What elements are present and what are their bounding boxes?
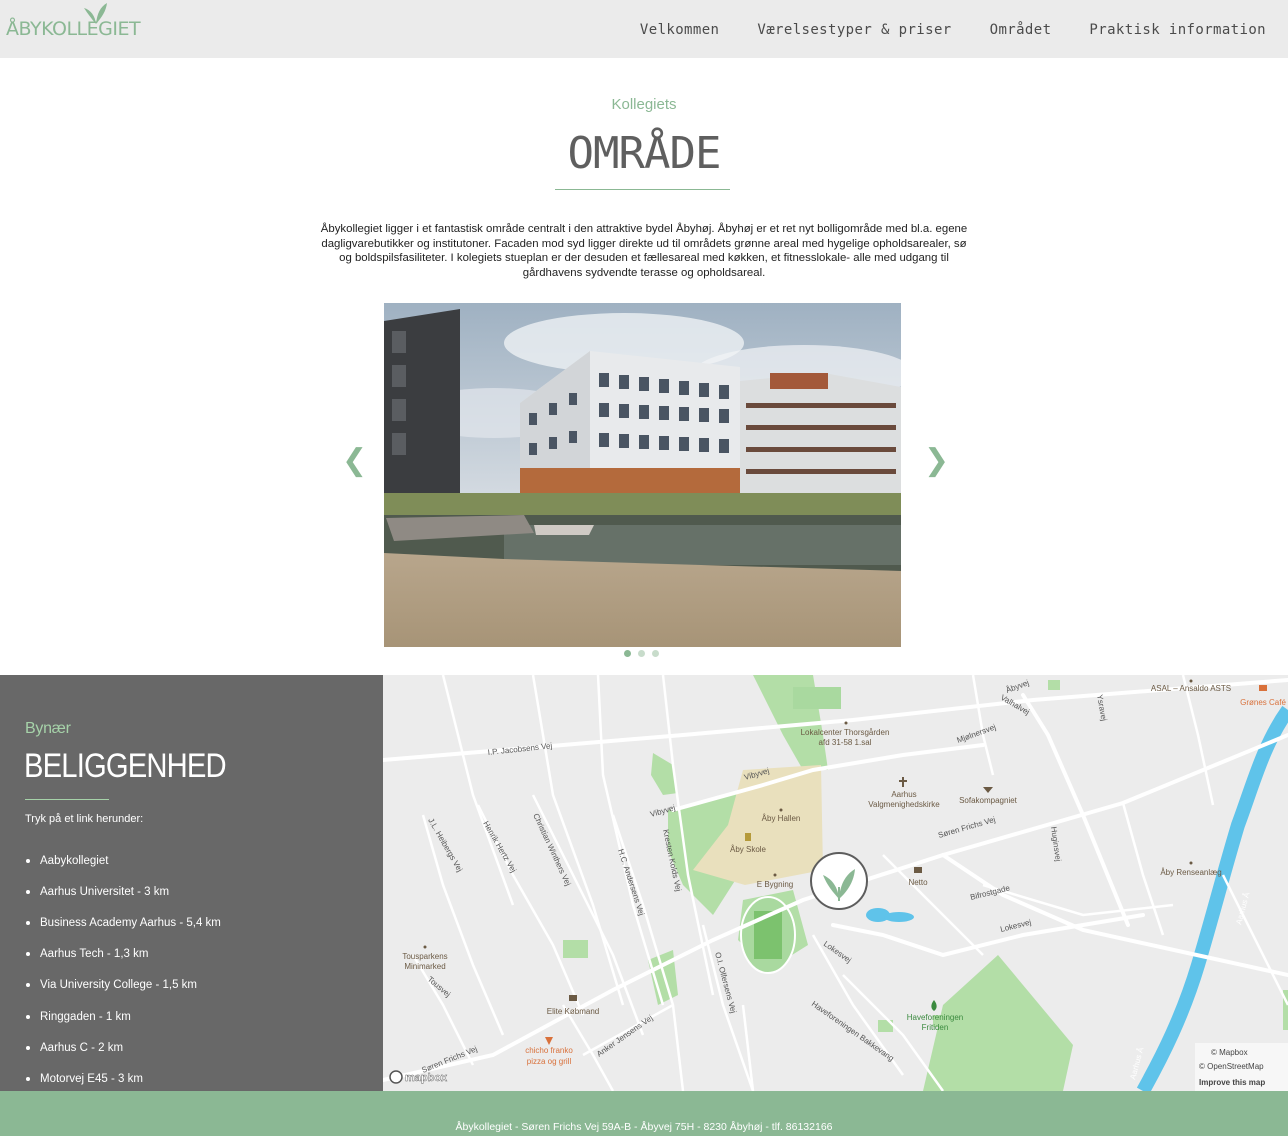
carousel-dot-1[interactable] [624, 650, 631, 657]
logo-text: ÅBYKOLLEGIET [6, 18, 141, 40]
nav-praktisk[interactable]: Praktisk information [1089, 22, 1266, 38]
poi-dot-icon [773, 873, 777, 877]
location-link-business-academy[interactable]: Business Academy Aarhus - 5,4 km [26, 907, 221, 938]
poi-tousparkens: Tousparkens [402, 952, 447, 961]
poi-dot-icon [844, 721, 848, 725]
location-link-aabykollegiet[interactable]: Aabykollegiet [26, 845, 221, 876]
map-attribution-osm[interactable]: © OpenStreetMap [1199, 1062, 1264, 1071]
poi-valgmenighed-2: Valgmenighedskirke [868, 800, 940, 809]
cart-icon [914, 867, 922, 873]
carousel-next-arrow-icon[interactable]: ❯ [924, 446, 949, 476]
map-improve-link[interactable]: Improve this map [1199, 1078, 1265, 1087]
title-divider [555, 189, 730, 190]
location-links: Aabykollegiet Aarhus Universitet - 3 km … [26, 845, 221, 1095]
location-link-aarhus-tech[interactable]: Aarhus Tech - 1,3 km [26, 939, 221, 970]
poi-dot-icon [1189, 679, 1193, 683]
poi-asal: ASAL – Ansaldo ASTS [1151, 684, 1231, 693]
location-divider [25, 799, 109, 800]
cart-icon [569, 995, 577, 1001]
nav-omraadet[interactable]: Området [990, 22, 1052, 38]
map-attribution-mapbox[interactable]: © Mapbox [1211, 1048, 1248, 1057]
poi-haveforeningen-fritiden-2: Fritiden [922, 1023, 949, 1032]
carousel-dot-3[interactable] [652, 650, 659, 657]
poi-aaby-hallen: Åby Hallen [762, 814, 801, 823]
poi-haveforeningen-fritiden: Haveforeningen [907, 1013, 963, 1022]
location-map[interactable]: I.P. Jacobsens Vej Vibyvej Vibyvej Søren… [383, 675, 1288, 1091]
poi-dot-icon [423, 945, 427, 949]
poi-valgmenighed: Aarhus [891, 790, 916, 799]
area-kicker: Kollegiets [611, 96, 677, 113]
svg-text:mapbox: mapbox [405, 1072, 448, 1084]
site-footer: Åbykollegiet - Søren Frichs Vej 59A-B - … [0, 1091, 1288, 1136]
poi-grones: Grønes Café [1240, 698, 1286, 707]
nav-velkommen[interactable]: Velkommen [640, 22, 719, 38]
poi-elite: Elite Købmand [547, 1007, 599, 1016]
kollegiet-marker-icon[interactable] [810, 852, 868, 910]
poi-sofakompagniet: Sofakompagniet [959, 796, 1018, 805]
area-title: OMRÅDE [567, 128, 722, 179]
poi-e-bygning: E Bygning [757, 880, 793, 889]
carousel-dots [624, 650, 659, 657]
church-icon-bar [899, 780, 907, 782]
location-panel: Bynær BELIGGENHED Tryk på et link herund… [0, 675, 383, 1091]
carousel-dot-2[interactable] [638, 650, 645, 657]
location-link-aarhus-universitet[interactable]: Aarhus Universitet - 3 km [26, 876, 221, 907]
footer-contact: Åbykollegiet - Søren Frichs Vej 59A-B - … [455, 1121, 833, 1133]
poi-chicho-2: pizza og grill [527, 1057, 572, 1066]
location-title: BELIGGENHED [24, 747, 227, 785]
location-link-aarhus-c[interactable]: Aarhus C - 2 km [26, 1032, 221, 1063]
logo[interactable]: ÅBYKOLLEGIET [6, 2, 141, 42]
mapbox-logo[interactable]: mapbox [389, 1070, 448, 1084]
poi-aaby-skole: Åby Skole [730, 845, 767, 854]
poi-lokalcenter: Lokalcenter Thorsgården [801, 728, 890, 737]
poi-tousparkens-2: Minimarked [404, 962, 445, 971]
location-link-ringgaden[interactable]: Ringgaden - 1 km [26, 1001, 221, 1032]
cafe-icon [1259, 685, 1267, 691]
nav-vaerelsestyper[interactable]: Værelsestyper & priser [757, 22, 951, 38]
poi-renseanlaeg: Åby Renseanlæg [1160, 868, 1221, 877]
poi-dot-icon [1189, 861, 1193, 865]
location-intro: Tryk på et link herunder: [25, 813, 144, 825]
carousel-slide-photo [384, 303, 901, 647]
school-icon [745, 833, 751, 841]
poi-chicho: chicho franko [525, 1046, 573, 1055]
main-nav: Velkommen Værelsestyper & priser Området… [640, 22, 1266, 38]
carousel-prev-arrow-icon[interactable]: ❮ [342, 446, 367, 476]
poi-lokalcenter-2: afd 31-58 1.sal [819, 738, 872, 747]
poi-netto: Netto [908, 878, 928, 887]
location-link-via-university[interactable]: Via University College - 1,5 km [26, 970, 221, 1001]
site-header: ÅBYKOLLEGIET Velkommen Værelsestyper & p… [0, 0, 1288, 58]
location-kicker: Bynær [25, 720, 71, 737]
location-link-motorvej[interactable]: Motorvej E45 - 3 km [26, 1063, 221, 1094]
area-intro: Åbykollegiet ligger i et fantastisk områ… [320, 223, 968, 279]
poi-dot-icon [779, 808, 783, 812]
